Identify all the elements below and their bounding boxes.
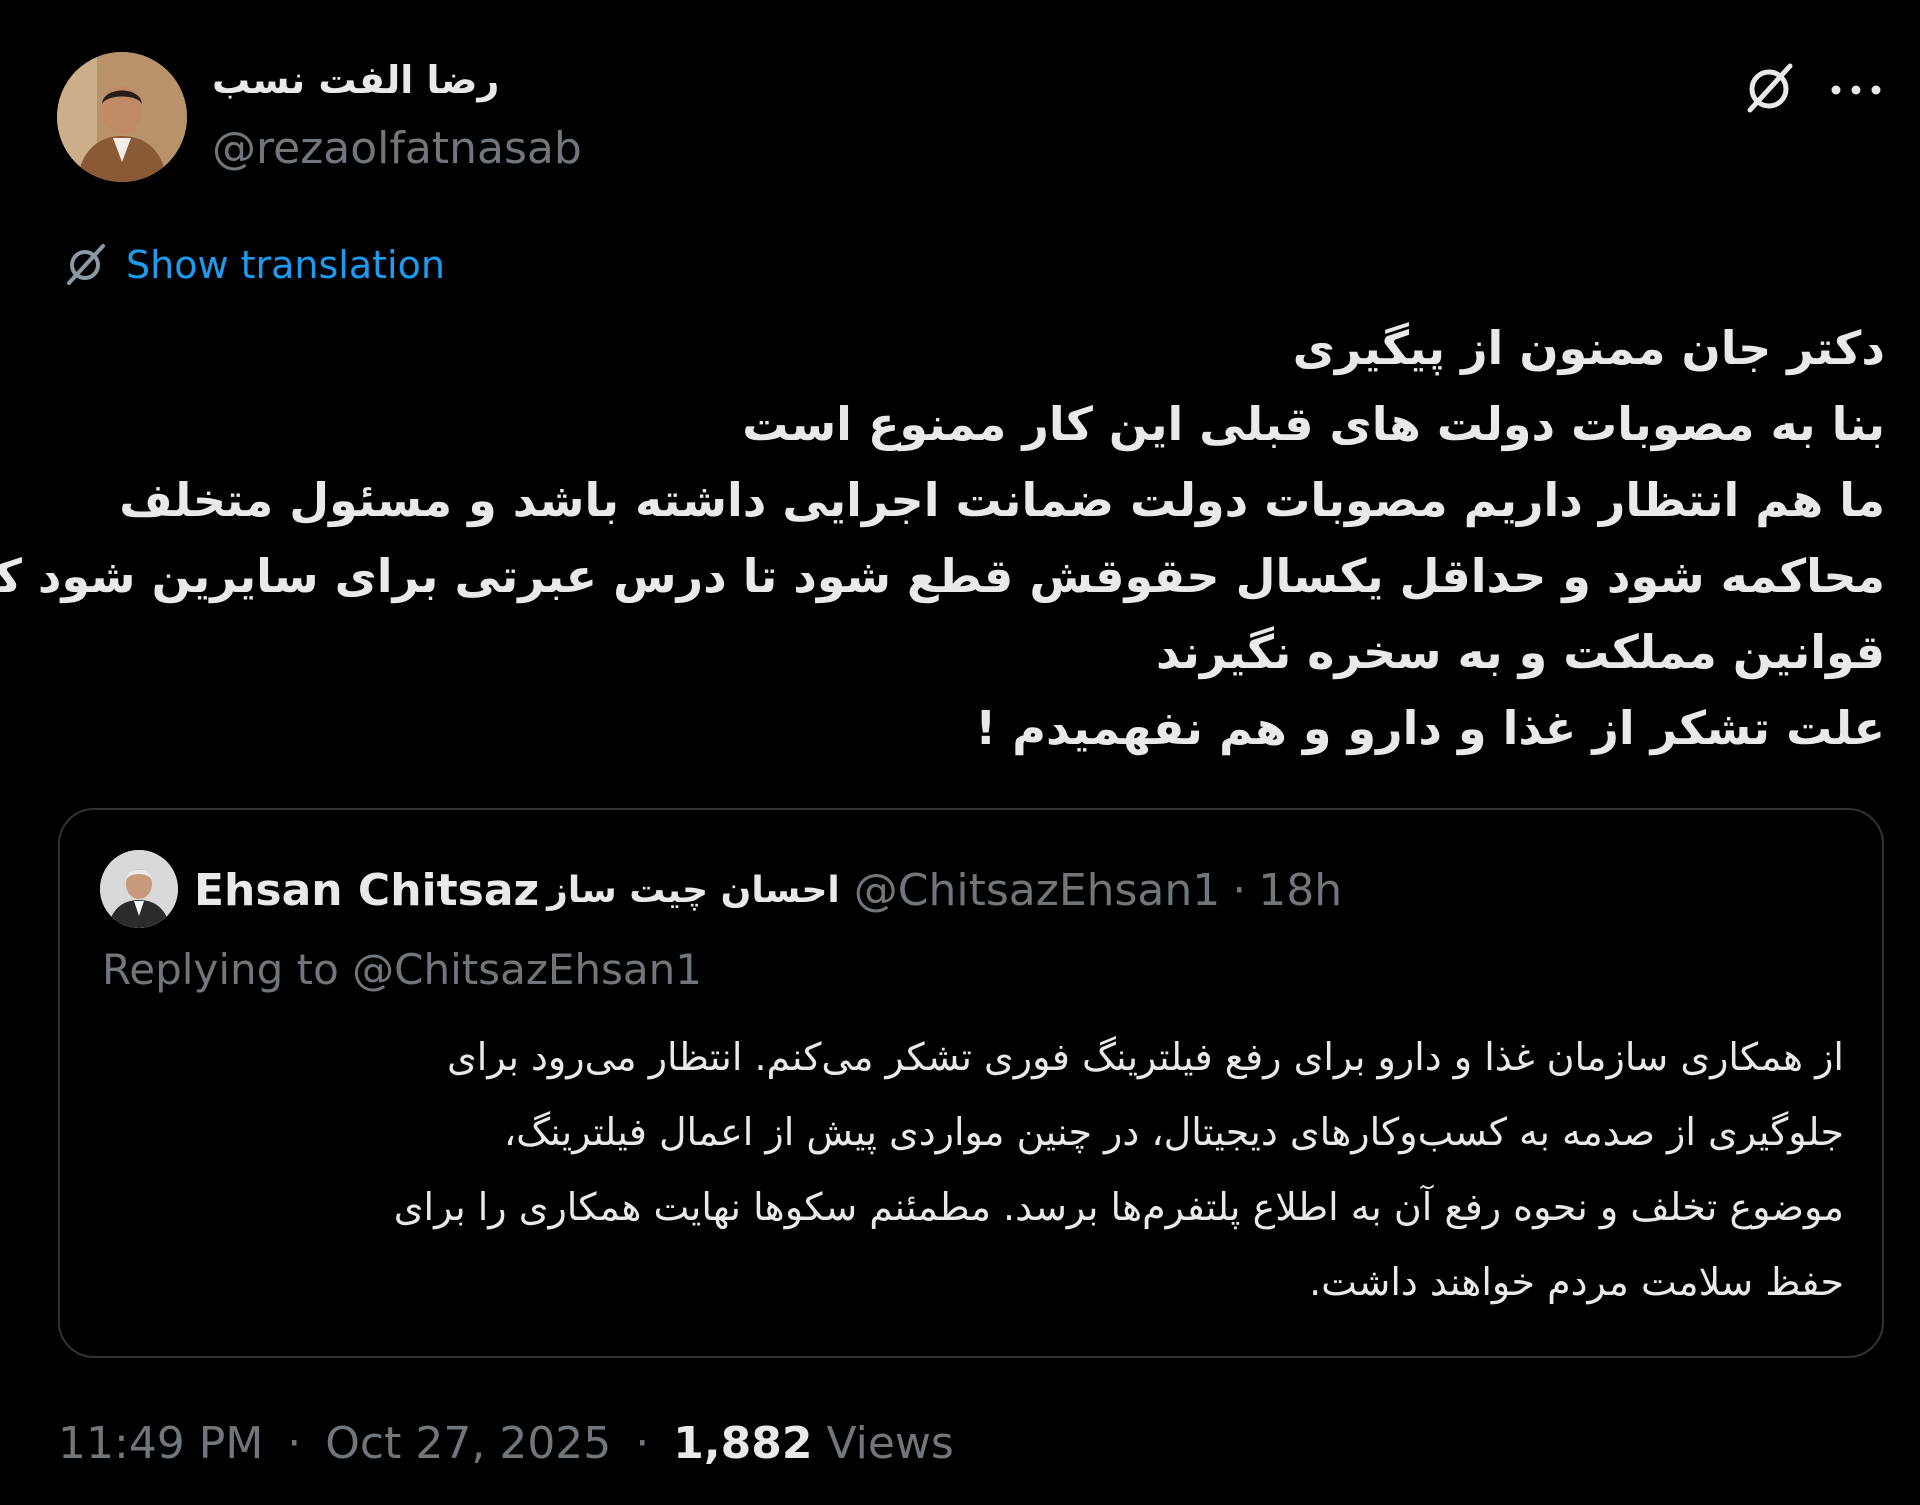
quoted-display-name[interactable]: Ehsan Chitsaz	[194, 865, 539, 916]
views-count[interactable]: 1,882	[673, 1418, 812, 1469]
tweet-line: علت تشکر از غذا و دارو و هم نفهمیدم !	[975, 701, 1885, 755]
quoted-display-name-fa[interactable]: احسان چیت ساز	[547, 870, 840, 911]
grok-translate-icon	[67, 244, 105, 285]
quoted-tweet[interactable]: Ehsan Chitsaz احسان چیت ساز @ChitsazEhsa…	[58, 808, 1884, 1358]
quoted-author-avatar[interactable]	[100, 850, 178, 928]
tweet-time[interactable]: 11:49 PM	[58, 1418, 263, 1469]
tweet-text: دکتر جان ممنون از پیگیری بنا به مصوبات د…	[0, 310, 1885, 766]
tweet-line: محاکمه شود و حداقل یکسال حقوقش قطع شود ت…	[0, 549, 1885, 603]
quoted-handle[interactable]: @ChitsazEhsan1	[854, 865, 1221, 916]
tweet-line: ما هم انتظار داریم مصوبات دولت ضمانت اجر…	[119, 473, 1885, 527]
tweet-date[interactable]: Oct 27, 2025	[325, 1418, 611, 1469]
quoted-line: حفظ سلامت مردم خواهند داشت.	[1309, 1260, 1844, 1304]
author-avatar[interactable]	[57, 52, 187, 182]
quoted-separator: ·	[1232, 864, 1247, 916]
tweet-meta: 11:49 PM · Oct 27, 2025 · 1,882 Views	[58, 1418, 954, 1469]
author-handle[interactable]: @rezaolfatnasab	[212, 123, 582, 174]
quoted-timestamp[interactable]: 18h	[1258, 865, 1342, 916]
grok-icon[interactable]	[1740, 60, 1798, 118]
show-translation-button[interactable]: Show translation	[60, 240, 445, 290]
author-display-name[interactable]: رضا الفت نسب	[212, 58, 499, 102]
tweet-line: بنا به مصوبات دولت های قبلی این کار ممنو…	[742, 397, 1885, 451]
quoted-avatar-photo	[100, 850, 178, 928]
tweet-line: قوانین مملکت و به سخره نگیرند	[1156, 625, 1885, 679]
meta-separator: ·	[635, 1418, 650, 1469]
quoted-line: از همکاری سازمان غذا و دارو برای رفع فیل…	[447, 1035, 1844, 1079]
replying-to: Replying to @ChitsazEhsan1	[102, 945, 702, 994]
quoted-text: از همکاری سازمان غذا و دارو برای رفع فیل…	[120, 1020, 1844, 1320]
show-translation-label[interactable]: Show translation	[126, 243, 445, 287]
views-label: Views	[826, 1418, 954, 1469]
quoted-header: Ehsan Chitsaz احسان چیت ساز @ChitsazEhsa…	[194, 862, 1342, 918]
tweet-line: دکتر جان ممنون از پیگیری	[1292, 321, 1885, 375]
avatar-photo	[57, 52, 187, 182]
meta-separator: ·	[287, 1418, 302, 1469]
tweet: رضا الفت نسب @rezaolfatnasab Show transl…	[0, 0, 1920, 1505]
more-options-icon[interactable]	[1828, 70, 1884, 110]
quoted-line: جلوگیری از صدمه به کسب‌وکارهای دیجیتال، …	[503, 1110, 1844, 1154]
quoted-line: موضوع تخلف و نحوه رفع آن به اطلاع پلتفرم…	[393, 1185, 1844, 1229]
